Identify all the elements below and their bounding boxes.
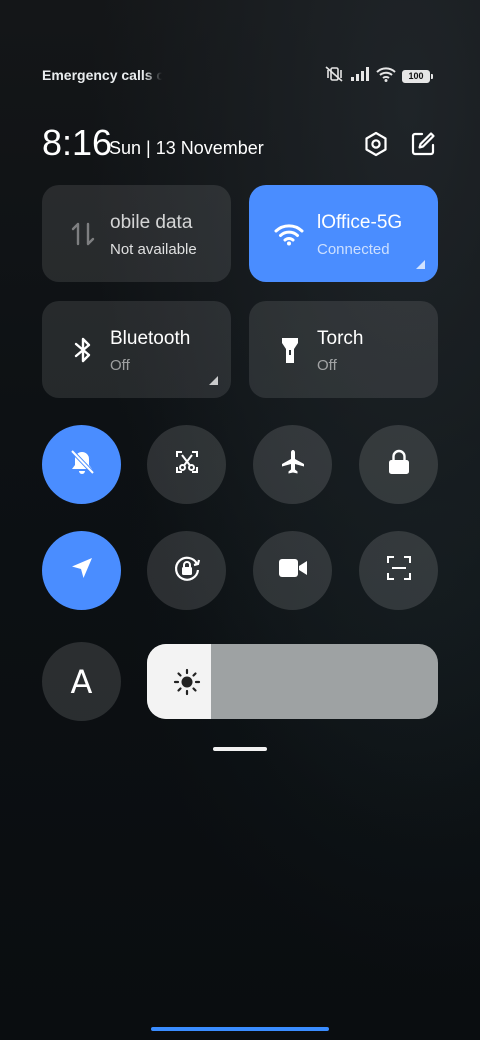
auto-brightness-label: A xyxy=(70,662,93,701)
toggle-location[interactable] xyxy=(42,531,121,610)
clock: 8:16 xyxy=(42,122,113,163)
location-icon xyxy=(69,555,95,586)
date: Sun | 13 November xyxy=(109,138,264,158)
status-carrier-text: Emergency calls o xyxy=(42,67,162,83)
settings-button[interactable] xyxy=(360,130,392,162)
tile-mobile-data-title: obile data xyxy=(110,212,193,233)
expand-corner-icon[interactable] xyxy=(416,260,425,269)
toggle-scanner[interactable] xyxy=(359,531,438,610)
brightness-slider[interactable] xyxy=(147,644,438,719)
silent-bell-icon xyxy=(68,448,96,481)
scanner-icon xyxy=(385,554,413,587)
airplane-icon xyxy=(279,448,307,481)
wifi-status-icon xyxy=(376,66,396,87)
vibrate-off-icon xyxy=(324,65,344,87)
tile-torch[interactable]: Torch Off xyxy=(249,301,438,398)
tile-torch-title: Torch xyxy=(317,328,364,349)
toggle-rotation-lock[interactable] xyxy=(147,531,226,610)
tile-bluetooth-subtitle: Off xyxy=(110,357,130,374)
screenshot-icon xyxy=(173,448,201,481)
toggle-airplane[interactable] xyxy=(253,425,332,504)
navigation-bar[interactable] xyxy=(151,1027,329,1031)
toggle-screen-record[interactable] xyxy=(253,531,332,610)
wifi-icon xyxy=(274,219,304,249)
expand-corner-icon[interactable] xyxy=(209,376,218,385)
signal-icon xyxy=(350,66,370,86)
screen-record-icon xyxy=(278,557,308,584)
tile-torch-subtitle: Off xyxy=(317,357,337,374)
tile-mobile-data-subtitle: Not available xyxy=(110,241,197,258)
tile-mobile-data[interactable]: obile data Not available xyxy=(42,185,231,282)
tile-wifi[interactable]: lOffice-5G Connected xyxy=(249,185,438,282)
battery-icon: 100 xyxy=(402,69,433,83)
torch-icon xyxy=(275,335,305,365)
lock-icon xyxy=(386,448,412,481)
panel-drag-handle[interactable] xyxy=(213,747,267,751)
tile-bluetooth-title: Bluetooth xyxy=(110,328,191,349)
bluetooth-icon xyxy=(68,335,98,365)
toggle-silent[interactable] xyxy=(42,425,121,504)
sun-icon xyxy=(173,668,201,696)
tile-wifi-title: lOffice-5G xyxy=(317,212,403,233)
status-icons: 100 xyxy=(324,65,438,87)
toggle-screenshot[interactable] xyxy=(147,425,226,504)
auto-brightness-button[interactable]: A xyxy=(42,642,121,721)
edit-icon xyxy=(410,131,436,162)
settings-icon xyxy=(363,131,389,162)
tile-bluetooth[interactable]: Bluetooth Off xyxy=(42,301,231,398)
rotation-lock-icon xyxy=(172,553,202,588)
toggle-lock[interactable] xyxy=(359,425,438,504)
tile-wifi-subtitle: Connected xyxy=(317,241,390,258)
mobile-data-icon xyxy=(68,219,98,249)
edit-button[interactable] xyxy=(407,130,439,162)
